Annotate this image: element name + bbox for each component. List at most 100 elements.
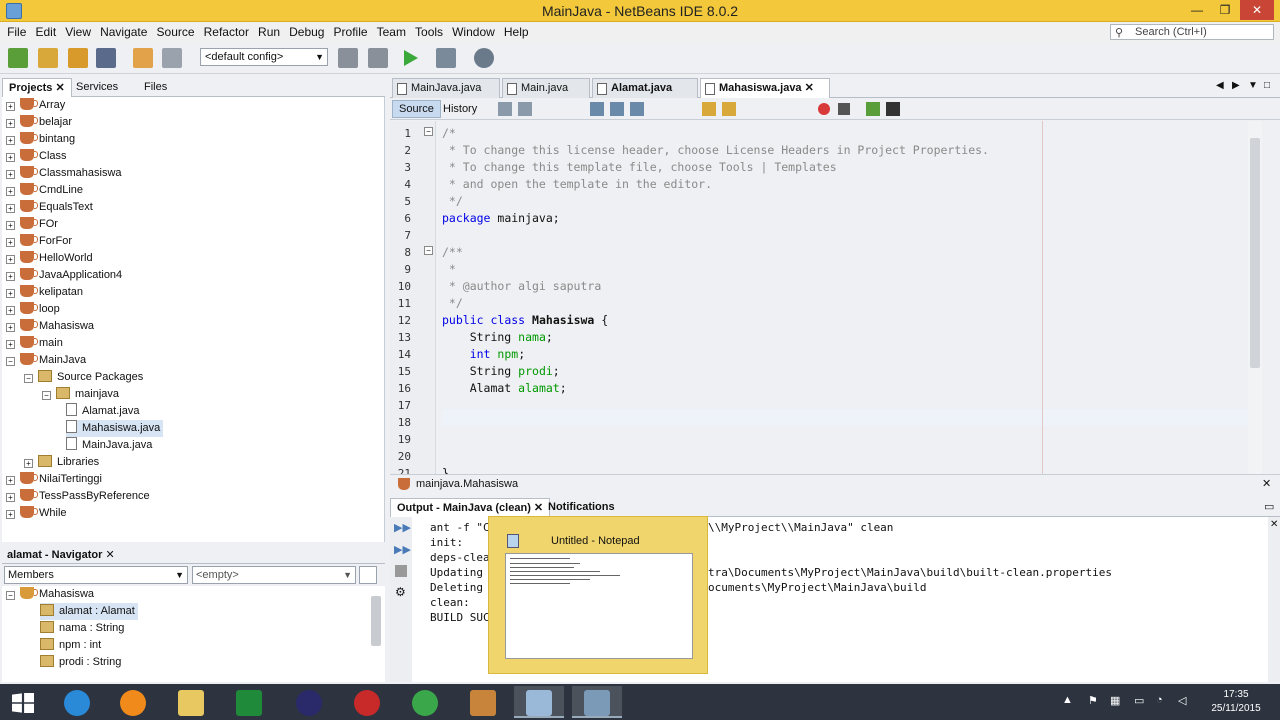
netbeans-task-icon[interactable]	[514, 686, 564, 718]
close-icon[interactable]: ✕	[55, 82, 64, 94]
internet-explorer-icon[interactable]	[52, 686, 102, 718]
file-explorer-icon[interactable]	[166, 686, 216, 718]
tree-item[interactable]: Mahasiswa.java	[66, 420, 164, 437]
tree-item[interactable]: + loop	[6, 301, 60, 318]
expand-toggle-icon[interactable]: −	[24, 374, 33, 383]
close-icon[interactable]: ✕	[805, 82, 814, 94]
build-icon[interactable]	[338, 48, 358, 68]
excel-icon[interactable]	[224, 686, 274, 718]
tree-item[interactable]: + Class	[6, 148, 67, 165]
expand-toggle-icon[interactable]: +	[6, 493, 15, 502]
expand-toggle-icon[interactable]: +	[6, 238, 15, 247]
redo-icon[interactable]	[162, 48, 182, 68]
expand-toggle-icon[interactable]: +	[6, 102, 15, 111]
tree-item[interactable]: + Array	[6, 97, 65, 114]
tab-files[interactable]: Files	[138, 78, 173, 97]
tree-item[interactable]: + ForFor	[6, 233, 72, 250]
tree-item[interactable]: + While	[6, 505, 67, 522]
navigator-options-icon[interactable]	[359, 566, 377, 584]
shift-left-icon[interactable]	[702, 102, 716, 116]
menu-tools[interactable]: Tools	[412, 22, 446, 42]
expand-toggle-icon[interactable]: +	[6, 136, 15, 145]
find-next-icon[interactable]	[630, 102, 644, 116]
firefox-icon[interactable]	[108, 686, 158, 718]
navigator-item[interactable]: prodi : String	[40, 654, 121, 671]
new-project-icon[interactable]	[38, 48, 58, 68]
notepad-task-icon[interactable]	[572, 686, 622, 718]
clean-build-icon[interactable]	[368, 48, 388, 68]
tab-list-icon[interactable]: ▼	[1248, 80, 1258, 91]
run-icon[interactable]	[404, 50, 418, 66]
tab-output[interactable]: Output - MainJava (clean) ✕	[390, 498, 551, 517]
tree-item[interactable]: − mainjava	[42, 386, 119, 403]
scrollbar-thumb[interactable]	[1250, 138, 1260, 368]
menu-source[interactable]: Source	[154, 22, 198, 42]
tree-item[interactable]: Alamat.java	[66, 403, 139, 420]
tray-wifi-icon[interactable]: ◔	[1156, 694, 1163, 706]
tray-arrow-icon[interactable]: ▲	[1062, 694, 1073, 706]
fold-icon[interactable]: −	[424, 127, 433, 136]
menu-profile[interactable]: Profile	[331, 22, 371, 42]
menu-help[interactable]: Help	[501, 22, 532, 42]
maximize-editor-icon[interactable]: □	[1264, 80, 1270, 91]
tree-item[interactable]: + HelloWorld	[6, 250, 93, 267]
navigator-item[interactable]: alamat : Alamat	[40, 603, 138, 620]
chrome-icon[interactable]	[400, 686, 450, 718]
minimize-panel-icon[interactable]: ▭	[1264, 500, 1274, 513]
menu-run[interactable]: Run	[255, 22, 283, 42]
close-icon[interactable]: ✕	[105, 549, 114, 561]
app-red-icon[interactable]	[342, 686, 392, 718]
menu-team[interactable]: Team	[374, 22, 409, 42]
tab-projects[interactable]: Projects ✕	[2, 78, 72, 97]
rerun-icon[interactable]: ▶▶	[394, 521, 411, 534]
navigator-item[interactable]: npm : int	[40, 637, 101, 654]
code-editor[interactable]: /* * To change this license header, choo…	[437, 121, 1247, 474]
expand-toggle-icon[interactable]: +	[6, 289, 15, 298]
breadcrumb-label[interactable]: mainjava.Mahasiswa	[416, 478, 518, 490]
menu-edit[interactable]: Edit	[32, 22, 59, 42]
menu-window[interactable]: Window	[449, 22, 498, 42]
tab-mainjava[interactable]: MainJava.java	[392, 78, 500, 98]
tree-item[interactable]: + CmdLine	[6, 182, 83, 199]
config-dropdown[interactable]: <default config> ▼	[200, 48, 328, 66]
expand-toggle-icon[interactable]: +	[6, 255, 15, 264]
tree-item[interactable]: + Classmahasiswa	[6, 165, 122, 182]
tab-notifications[interactable]: Notifications	[542, 498, 621, 517]
system-clock[interactable]: 17:35 25/11/2015	[1196, 688, 1276, 716]
expand-toggle-icon[interactable]: +	[6, 204, 15, 213]
profile-icon[interactable]	[474, 48, 494, 68]
tree-item[interactable]: MainJava.java	[66, 437, 152, 454]
uncomment-icon[interactable]	[886, 102, 900, 116]
minimize-button[interactable]: —	[1183, 0, 1211, 20]
close-button[interactable]: ✕	[1240, 0, 1274, 20]
tab-services[interactable]: Services	[70, 78, 124, 97]
tray-volume-icon[interactable]: ◁	[1178, 694, 1186, 707]
expand-toggle-icon[interactable]: +	[6, 510, 15, 519]
tree-item[interactable]: + belajar	[6, 114, 72, 131]
history-button[interactable]: History	[436, 100, 484, 118]
game-icon[interactable]	[458, 686, 508, 718]
expand-toggle-icon[interactable]: +	[6, 221, 15, 230]
tree-item[interactable]: + bintang	[6, 131, 75, 148]
tab-main[interactable]: Main.java	[502, 78, 590, 98]
tree-item[interactable]: + main	[6, 335, 63, 352]
expand-toggle-icon[interactable]: +	[6, 323, 15, 332]
stop-icon[interactable]	[395, 565, 407, 577]
expand-toggle-icon[interactable]: +	[6, 340, 15, 349]
stop-macro-icon[interactable]	[838, 103, 850, 115]
back-icon[interactable]	[518, 102, 532, 116]
tree-item[interactable]: − MainJava	[6, 352, 86, 369]
comment-icon[interactable]	[866, 102, 880, 116]
menu-file[interactable]: File	[4, 22, 29, 42]
menu-view[interactable]: View	[62, 22, 94, 42]
find-icon[interactable]	[590, 102, 604, 116]
tree-item[interactable]: + EqualsText	[6, 199, 93, 216]
expand-toggle-icon[interactable]: +	[6, 306, 15, 315]
tree-item[interactable]: + FOr	[6, 216, 58, 233]
tree-item[interactable]: + Mahasiswa	[6, 318, 94, 335]
expand-toggle-icon[interactable]: +	[6, 476, 15, 485]
tab-alamat[interactable]: Alamat.java	[592, 78, 698, 98]
source-button[interactable]: Source	[392, 100, 441, 118]
menu-navigate[interactable]: Navigate	[97, 22, 150, 42]
tree-item[interactable]: + kelipatan	[6, 284, 83, 301]
